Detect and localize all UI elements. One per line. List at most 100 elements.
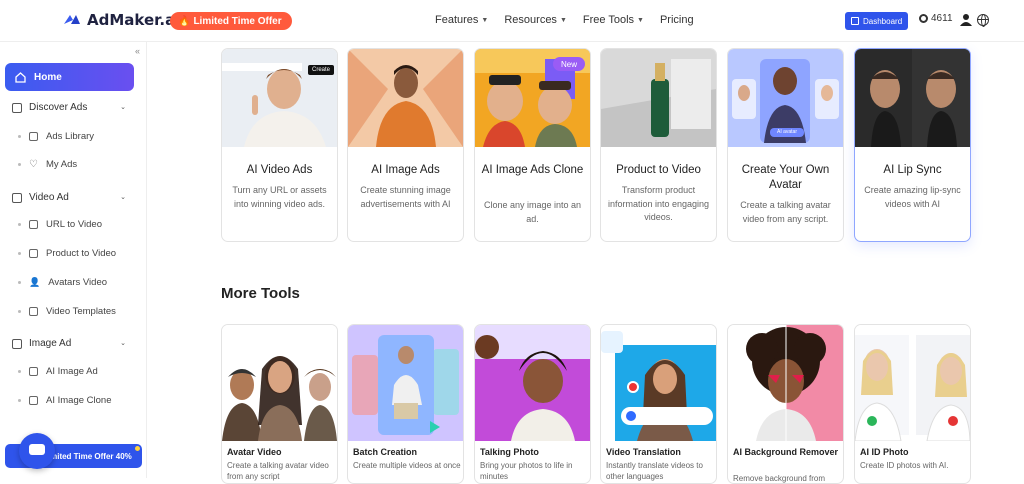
nav-pricing[interactable]: Pricing: [660, 14, 694, 26]
sidebar-item-discover-ads[interactable]: Discover Ads ⌄: [12, 102, 130, 113]
card-ai-image-ads[interactable]: AI Image Ads Create stunning image adver…: [347, 48, 464, 242]
sidebar-item-ai-image-clone[interactable]: AI Image Clone: [18, 395, 111, 406]
tool-description: Bring your photos to life in minutes: [480, 461, 573, 481]
tool-title: AI Background Remover: [733, 447, 839, 457]
card-description: Create amazing lip-sync videos with AI: [864, 185, 961, 209]
tool-title: Avatar Video: [227, 447, 282, 457]
notification-dot: [135, 446, 140, 451]
home-icon: [15, 71, 26, 83]
logo-icon: [64, 15, 80, 24]
tool-image: [855, 325, 970, 441]
credits-counter[interactable]: 4611: [919, 13, 953, 24]
card-image: [348, 49, 463, 147]
sidebar-item-ai-image-ad[interactable]: AI Image Ad: [18, 366, 98, 377]
tool-avatar-video[interactable]: Avatar Video Create a talking avatar vid…: [221, 324, 338, 484]
create-badge: Create: [308, 65, 334, 75]
sidebar-item-avatars-video[interactable]: 👤 Avatars Video: [18, 277, 107, 288]
card-description: Create a talking avatar video from any s…: [740, 200, 831, 224]
user-icon[interactable]: [960, 13, 972, 27]
image-ad-icon: [29, 367, 38, 376]
limited-offer-button[interactable]: 🔥 Limited Time Offer: [170, 12, 292, 30]
avatar-icon: 👤: [29, 277, 41, 287]
card-product-to-video[interactable]: Product to Video Transform product infor…: [600, 48, 717, 242]
collapse-sidebar-icon[interactable]: «: [135, 46, 140, 56]
top-navigation-bar: AdMaker.ai 🔥 Limited Time Offer Features…: [0, 0, 1024, 42]
tool-ai-background-remover[interactable]: AI Background Remover Remove background …: [727, 324, 844, 484]
chevron-down-icon: ▼: [559, 16, 567, 24]
sidebar-item-video-ad[interactable]: Video Ad ⌄: [12, 192, 130, 203]
card-image: [222, 49, 337, 147]
tool-image: [475, 325, 590, 441]
nav-free-tools[interactable]: Free Tools ▼: [583, 14, 644, 26]
sidebar-item-ads-library[interactable]: Ads Library: [18, 131, 94, 142]
image-icon: [12, 338, 22, 349]
new-badge: New: [553, 57, 585, 71]
card-create-your-own-avatar[interactable]: AI avatar Create Your Own Avatar Create …: [727, 48, 844, 242]
card-title: AI Lip Sync: [883, 164, 942, 176]
chevron-down-icon: ⌄: [120, 104, 126, 111]
sidebar-item-url-to-video[interactable]: URL to Video: [18, 219, 102, 230]
tool-image: [601, 325, 716, 441]
card-title: Product to Video: [616, 164, 701, 176]
card-title: AI Image Ads: [371, 164, 440, 176]
tool-description: Remove background from: [733, 474, 826, 483]
tool-title: Video Translation: [606, 447, 681, 457]
video-icon: [12, 192, 22, 203]
more-tools-heading: More Tools: [221, 285, 300, 302]
library-icon: [29, 132, 38, 141]
tool-description: Create multiple videos at once: [353, 461, 461, 470]
chevron-down-icon: ▼: [481, 16, 489, 24]
card-description: Create stunning image advertisements wit…: [360, 185, 451, 209]
limited-offer-label: Limited Time Offer: [193, 15, 282, 27]
coin-icon: [919, 14, 928, 23]
card-ai-lip-sync[interactable]: AI Lip Sync Create amazing lip-sync vide…: [854, 48, 971, 242]
tool-title: Talking Photo: [480, 447, 539, 457]
card-description: Transform product information into engag…: [607, 185, 710, 222]
template-icon: [29, 307, 38, 316]
chat-support-button[interactable]: [19, 433, 55, 469]
discover-icon: [12, 102, 22, 113]
globe-icon[interactable]: [977, 14, 989, 27]
tool-title: Batch Creation: [353, 447, 418, 457]
dashboard-icon: [851, 17, 859, 25]
fire-icon: 🔥: [178, 15, 191, 27]
tool-batch-creation[interactable]: Batch Creation Create multiple videos at…: [347, 324, 464, 484]
product-icon: [29, 249, 38, 258]
nav-features[interactable]: Features ▼: [435, 14, 488, 26]
sidebar: « Home Discover Ads ⌄ Ads Library ♡ My A…: [0, 42, 147, 478]
tool-title: AI ID Photo: [860, 447, 909, 457]
card-ai-image-ads-clone[interactable]: New AI Image Ads Clone Clone any image i…: [474, 48, 591, 242]
card-description: Clone any image into an ad.: [483, 200, 582, 224]
card-title: AI Image Ads Clone: [481, 164, 584, 176]
nav-resources[interactable]: Resources ▼: [504, 14, 567, 26]
tool-description: Instantly translate videos to other lang…: [606, 461, 703, 481]
tool-video-translation[interactable]: Video Translation Instantly translate vi…: [600, 324, 717, 484]
sidebar-item-my-ads[interactable]: ♡ My Ads: [18, 159, 77, 170]
tool-description: Create ID photos with AI.: [860, 461, 949, 470]
tool-image: [728, 325, 843, 441]
card-image: [601, 49, 716, 147]
ai-avatar-label: AI avatar: [770, 128, 804, 137]
logo-text: AdMaker.ai: [87, 11, 181, 29]
chevron-down-icon: ⌄: [120, 340, 126, 347]
sidebar-item-product-to-video[interactable]: Product to Video: [18, 248, 116, 259]
card-title: AI Video Ads: [246, 164, 313, 176]
clone-icon: [29, 396, 38, 405]
chevron-down-icon: ▼: [637, 16, 644, 24]
chevron-down-icon: ⌄: [120, 194, 126, 201]
sidebar-item-home[interactable]: Home: [5, 63, 134, 91]
tool-image: [222, 325, 337, 441]
card-title: Create Your Own Avatar: [741, 164, 830, 191]
dashboard-button[interactable]: Dashboard: [845, 12, 909, 30]
logo[interactable]: AdMaker.ai: [63, 11, 180, 29]
card-ai-video-ads[interactable]: Create AI Video Ads Turn any URL or asse…: [221, 48, 338, 242]
tool-talking-photo[interactable]: Talking Photo Bring your photos to life …: [474, 324, 591, 484]
sidebar-item-image-ad[interactable]: Image Ad ⌄: [12, 338, 130, 349]
tool-ai-id-photo[interactable]: AI ID Photo Create ID photos with AI.: [854, 324, 971, 484]
tool-description: Create a talking avatar video from any s…: [227, 461, 329, 481]
heart-icon: ♡: [29, 159, 38, 170]
sidebar-item-video-templates[interactable]: Video Templates: [18, 306, 116, 317]
main-nav: Features ▼ Resources ▼ Free Tools ▼ Pricing: [435, 14, 710, 26]
card-description: Turn any URL or assets into winning vide…: [232, 185, 327, 209]
tool-image: [348, 325, 463, 441]
